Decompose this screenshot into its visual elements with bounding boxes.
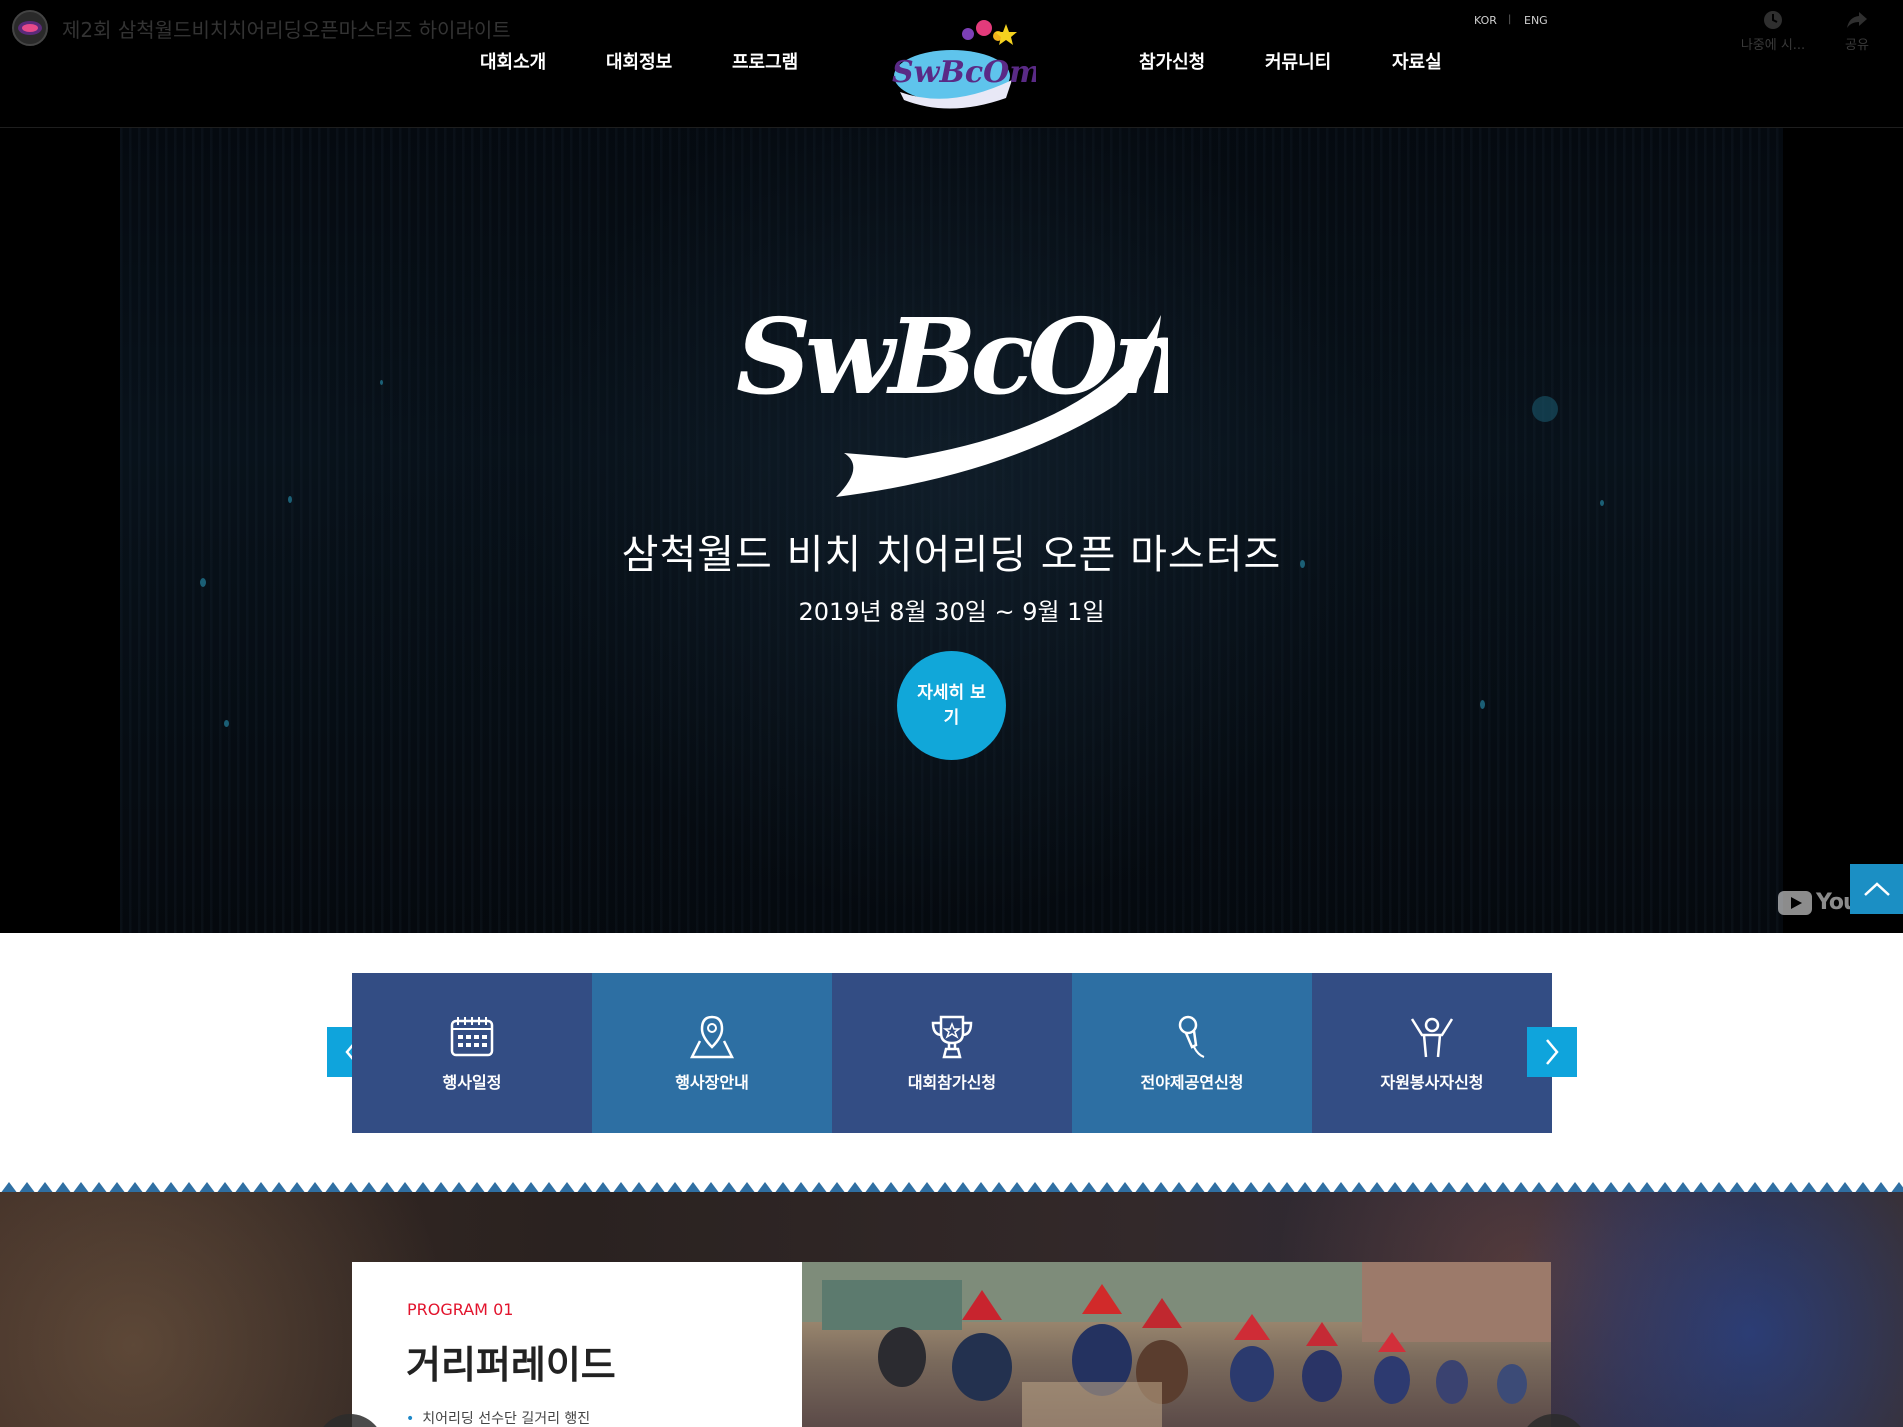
lang-eng[interactable]: ENG [1524, 14, 1548, 27]
video-title[interactable]: 제2회 삼척월드비치치어리딩오픈마스터즈 하이라이트 [62, 14, 511, 43]
quick-item-schedule[interactable]: 행사일정 [352, 973, 592, 1133]
hero-logo-text: SwBcOm [736, 295, 1168, 418]
quick-item-label: 자원봉사자신청 [1380, 1073, 1484, 1092]
watch-later-button[interactable]: 나중에 시... [1738, 10, 1808, 53]
lang-separator: | [1508, 14, 1512, 25]
calendar-icon [450, 1017, 494, 1057]
program-photo [802, 1262, 1551, 1427]
nav-item-archive[interactable]: 자료실 [1392, 48, 1442, 74]
logo-text: SwBcOm [892, 55, 1036, 90]
quick-next-button[interactable] [1527, 1027, 1577, 1077]
quick-item-volunteer-apply[interactable]: 자원봉사자신청 [1312, 973, 1552, 1133]
quick-item-label: 전야제공연신청 [1140, 1073, 1244, 1092]
youtube-play-icon [1778, 890, 1812, 915]
quick-item-eve-show-apply[interactable]: 전야제공연신청 [1072, 973, 1312, 1133]
nav-item-info[interactable]: 대회정보 [606, 48, 672, 74]
trophy-icon [931, 1015, 973, 1059]
program-title: 거리퍼레이드 [406, 1343, 616, 1387]
hero-title: 삼척월드 비치 치어리딩 오픈 마스터즈 [621, 532, 1282, 578]
page: 제2회 삼척월드비치치어리딩오픈마스터즈 하이라이트 대회소개 대회정보 프로그… [0, 0, 1903, 1427]
microphone-icon [1178, 1015, 1205, 1058]
hero-video[interactable]: 제2회 삼척월드비치치어리딩오픈마스터즈 하이라이트 대회소개 대회정보 프로그… [0, 0, 1903, 933]
nav-item-program[interactable]: 프로그램 [732, 48, 798, 74]
program-number: PROGRAM 01 [407, 1300, 514, 1319]
share-label: 공유 [1845, 38, 1869, 53]
program-description: 치어리딩 선수단 길거리 행진 [406, 1408, 590, 1427]
nav-item-community[interactable]: 커뮤니티 [1265, 48, 1331, 74]
map-pin-icon [689, 1015, 735, 1059]
quick-menu: 행사일정 행사장안내 대회참가신청 전야제공연신청 자원봉사자신청 [352, 973, 1552, 1133]
site-logo[interactable]: SwBcOm [880, 14, 1041, 110]
share-button[interactable]: 공유 [1822, 10, 1892, 53]
clock-icon [1764, 11, 1782, 29]
program-card: PROGRAM 01 거리퍼레이드 치어리딩 선수단 길거리 행진 [352, 1262, 802, 1427]
site-header: 제2회 삼척월드비치치어리딩오픈마스터즈 하이라이트 대회소개 대회정보 프로그… [0, 0, 1903, 128]
channel-avatar[interactable] [12, 10, 48, 46]
quick-item-venue[interactable]: 행사장안내 [592, 973, 832, 1133]
cheer-person-icon [1410, 1017, 1454, 1058]
quick-item-label: 행사일정 [442, 1073, 502, 1092]
watch-later-label: 나중에 시... [1740, 38, 1806, 53]
detail-button[interactable]: 자세히 보기 [897, 651, 1006, 760]
quick-item-label: 대회참가신청 [907, 1073, 997, 1092]
hero-date: 2019년 8월 30일 ~ 9월 1일 [798, 598, 1105, 626]
quick-item-competition-apply[interactable]: 대회참가신청 [832, 973, 1072, 1133]
chevron-right-icon [1546, 1039, 1559, 1065]
scroll-top-button[interactable] [1850, 864, 1903, 914]
nav-item-apply[interactable]: 참가신청 [1139, 48, 1205, 74]
share-icon [1847, 12, 1867, 28]
video-title-bar[interactable]: 제2회 삼척월드비치치어리딩오픈마스터즈 하이라이트 [12, 10, 511, 46]
nav-item-intro[interactable]: 대회소개 [480, 48, 546, 74]
quick-item-label: 행사장안내 [675, 1073, 749, 1092]
lang-kor[interactable]: KOR [1474, 14, 1497, 27]
chevron-up-icon [1863, 882, 1890, 896]
hero-logo: SwBcOm [736, 295, 1168, 497]
